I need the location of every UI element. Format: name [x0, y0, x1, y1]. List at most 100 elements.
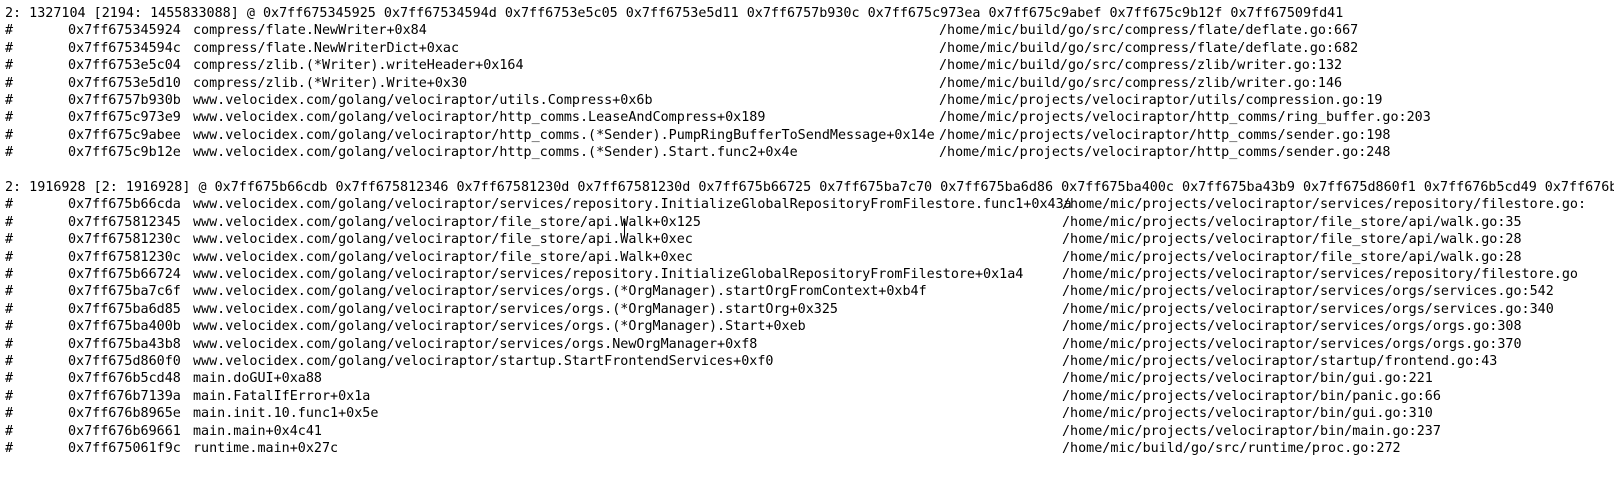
- frame-source-location: /home/mic/projects/velociraptor/services…: [1062, 319, 1522, 335]
- text-viewer[interactable]: 2: 1327104 [2194: 1455833088] @ 0x7ff675…: [0, 0, 1614, 492]
- stack-frame-row: #0x7ff6757b930b www.velocidex.com/golang/…: [5, 92, 1382, 109]
- frame-source-location: /home/mic/projects/velociraptor/http_com…: [939, 110, 1431, 126]
- stack-frame-row: #0x7ff676b5cd48 main.doGUI+0xa88/home/mic…: [5, 370, 1433, 387]
- frame-function: main.FatalIfError+0x1a: [193, 388, 371, 404]
- frame-function: compress/zlib.(*Writer).writeHeader+0x16…: [193, 58, 524, 74]
- frame-hash: #: [5, 388, 14, 404]
- stack-frame-row: #0x7ff675345924 compress/flate.NewWriter+…: [5, 22, 1358, 39]
- stack-frame-row: #0x7ff675c9abee www.velocidex.com/golang/…: [5, 127, 1390, 144]
- stack-frame-row: #0x7ff675ba7c6f www.velocidex.com/golang/…: [5, 283, 1554, 300]
- frame-function: www.velocidex.com/golang/velociraptor/se…: [193, 319, 806, 335]
- stack-frame-row: #0x7ff675d860f0 www.velocidex.com/golang/…: [5, 353, 1497, 370]
- frame-function: www.velocidex.com/golang/velociraptor/ut…: [193, 93, 653, 108]
- frame-address: 0x7ff675b66724: [68, 267, 181, 282]
- stack-frame-row: #0x7ff675ba400b www.velocidex.com/golang/…: [5, 318, 1522, 335]
- frame-hash: #: [5, 336, 14, 352]
- frame-source-location: /home/mic/projects/velociraptor/http_com…: [939, 127, 1391, 143]
- frame-function: www.velocidex.com/golang/velociraptor/st…: [193, 354, 774, 369]
- frame-source-location: /home/mic/projects/velociraptor/file_sto…: [1062, 232, 1522, 248]
- stack-frame-row: #0x7ff675812345 www.velocidex.com/golang/…: [5, 214, 1522, 231]
- frame-hash: #: [5, 267, 14, 282]
- frame-source-location: /home/mic/build/go/src/compress/flate/de…: [939, 23, 1359, 39]
- stack-frame-row: #0x7ff676b8965e main.init.10.func1+0x5e/h…: [5, 405, 1433, 422]
- frame-address: 0x7ff67581230c: [68, 249, 181, 265]
- frame-function: www.velocidex.com/golang/velociraptor/fi…: [193, 249, 693, 265]
- frame-address: 0x7ff675c973e9: [68, 110, 181, 126]
- frame-address: 0x7ff675061f9c: [68, 441, 181, 456]
- frame-address: 0x7ff675b66cda: [68, 197, 181, 213]
- frame-function: www.velocidex.com/golang/velociraptor/se…: [193, 284, 927, 300]
- stack-frame-row: #0x7ff675c973e9 www.velocidex.com/golang/…: [5, 109, 1431, 126]
- frame-address: 0x7ff6757b930b: [68, 93, 181, 108]
- stack-frame-row: #0x7ff676b7139a main.FatalIfError+0x1a/ho…: [5, 388, 1441, 405]
- frame-hash: #: [5, 232, 14, 248]
- frame-hash: #: [5, 354, 14, 369]
- frame-function: main.doGUI+0xa88: [193, 371, 322, 387]
- frame-address: 0x7ff676b5cd48: [68, 371, 181, 387]
- frame-hash: #: [5, 75, 14, 91]
- text-cursor: [624, 221, 625, 237]
- stack-frame-row: #0x7ff6753e5c04 compress/zlib.(*Writer).w…: [5, 57, 1342, 74]
- frame-hash: #: [5, 40, 14, 56]
- frame-hash: #: [5, 197, 14, 213]
- frame-source-location: /home/mic/projects/velociraptor/startup/…: [1062, 354, 1498, 369]
- frame-hash: #: [5, 406, 14, 422]
- stack-frame-row: #0x7ff676b69661 main.main+0x4c41/home/mic…: [5, 423, 1441, 440]
- stack-header: 2: 1327104 [2194: 1455833088] @ 0x7ff675…: [5, 6, 1344, 21]
- frame-function: www.velocidex.com/golang/velociraptor/ht…: [193, 110, 766, 126]
- frame-address: 0x7ff675ba400b: [68, 319, 181, 335]
- frame-function: runtime.main+0x27c: [193, 441, 339, 456]
- stack-frame-row: #0x7ff675ba43b8 www.velocidex.com/golang/…: [5, 336, 1522, 353]
- frame-address: 0x7ff675812345: [68, 214, 181, 230]
- stack-frame-row: #0x7ff675ba6d85 www.velocidex.com/golang/…: [5, 301, 1554, 318]
- frame-function: www.velocidex.com/golang/velociraptor/se…: [193, 336, 758, 352]
- frame-address: 0x7ff675d860f0: [68, 354, 181, 369]
- stack-frame-row: #0x7ff67581230c www.velocidex.com/golang/…: [5, 249, 1522, 266]
- frame-hash: #: [5, 110, 14, 126]
- frame-source-location: /home/mic/projects/velociraptor/bin/gui.…: [1062, 406, 1433, 422]
- frame-hash: #: [5, 249, 14, 265]
- frame-address: 0x7ff675ba6d85: [68, 301, 181, 317]
- frame-source-location: /home/mic/projects/velociraptor/services…: [1062, 197, 1587, 213]
- frame-function: compress/flate.NewWriterDict+0xac: [193, 40, 460, 56]
- frame-address: 0x7ff675345924: [68, 23, 181, 39]
- frame-source-location: /home/mic/build/go/src/compress/zlib/wri…: [939, 58, 1343, 74]
- frame-source-location: /home/mic/projects/velociraptor/services…: [1062, 301, 1554, 317]
- frame-source-location: /home/mic/projects/velociraptor/file_sto…: [1062, 249, 1522, 265]
- stack-frame-row: #0x7ff6753e5d10 compress/zlib.(*Writer).W…: [5, 75, 1342, 92]
- frame-source-location: /home/mic/projects/velociraptor/services…: [1062, 267, 1578, 282]
- frame-hash: #: [5, 23, 14, 39]
- frame-address: 0x7ff67534594c: [68, 40, 181, 56]
- frame-address: 0x7ff6753e5d10: [68, 75, 181, 91]
- frame-address: 0x7ff67581230c: [68, 232, 181, 248]
- stack-frame-row: #0x7ff675061f9c runtime.main+0x27c/home/m…: [5, 440, 1401, 457]
- frame-source-location: /home/mic/projects/velociraptor/services…: [1062, 284, 1554, 300]
- frame-function: www.velocidex.com/golang/velociraptor/se…: [193, 267, 1024, 282]
- frame-hash: #: [5, 58, 14, 74]
- stack-header: 2: 1916928 [2: 1916928] @ 0x7ff675b66cdb…: [5, 180, 1614, 195]
- frame-function: compress/zlib.(*Writer).Write+0x30: [193, 75, 468, 91]
- frame-function: compress/flate.NewWriter+0x84: [193, 23, 427, 39]
- frame-hash: #: [5, 214, 14, 230]
- frame-source-location: /home/mic/projects/velociraptor/bin/main…: [1062, 423, 1441, 439]
- frame-address: 0x7ff676b8965e: [68, 406, 181, 422]
- frame-address: 0x7ff675c9b12e: [68, 145, 181, 161]
- frame-hash: #: [5, 93, 14, 108]
- stack-frame-row: #0x7ff675b66cda www.velocidex.com/golang/…: [5, 196, 1586, 213]
- frame-address: 0x7ff6753e5c04: [68, 58, 181, 74]
- frame-function: www.velocidex.com/golang/velociraptor/se…: [193, 197, 1072, 213]
- stack-frame-row: #0x7ff675b66724 www.velocidex.com/golang/…: [5, 266, 1578, 283]
- frame-hash: #: [5, 441, 14, 456]
- frame-hash: #: [5, 319, 14, 335]
- frame-source-location: /home/mic/build/go/src/compress/flate/de…: [939, 40, 1359, 56]
- frame-function: www.velocidex.com/golang/velociraptor/se…: [193, 301, 838, 317]
- frame-hash: #: [5, 371, 14, 387]
- frame-hash: #: [5, 127, 14, 143]
- frame-hash: #: [5, 301, 14, 317]
- frame-function: www.velocidex.com/golang/velociraptor/fi…: [193, 232, 693, 248]
- stack-frame-row: #0x7ff675c9b12e www.velocidex.com/golang/…: [5, 144, 1390, 161]
- frame-source-location: /home/mic/projects/velociraptor/utils/co…: [939, 93, 1383, 108]
- frame-source-location: /home/mic/projects/velociraptor/bin/pani…: [1062, 388, 1441, 404]
- frame-hash: #: [5, 284, 14, 300]
- frame-source-location: /home/mic/projects/velociraptor/bin/gui.…: [1062, 371, 1433, 387]
